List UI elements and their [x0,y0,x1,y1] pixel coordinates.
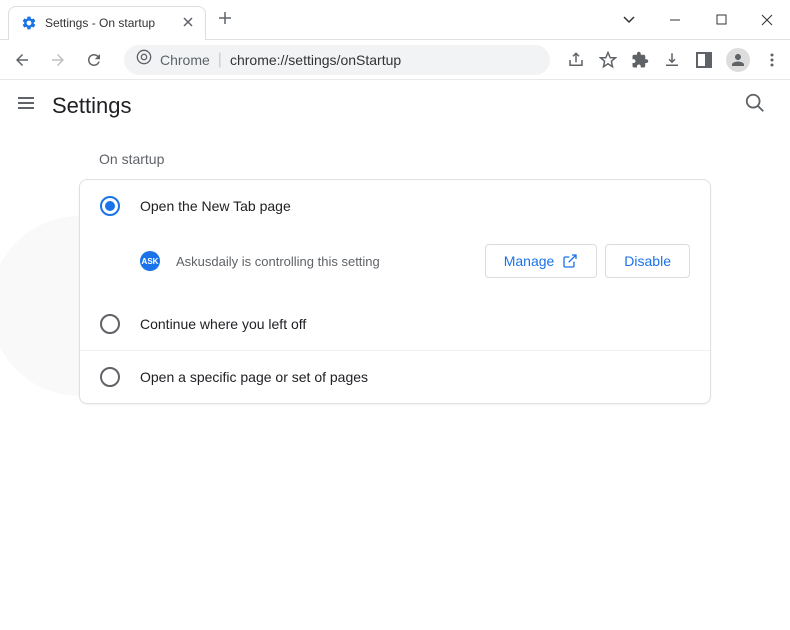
hamburger-icon[interactable] [16,93,36,118]
controlled-text: Askusdaily is controlling this setting [176,254,485,269]
omnibox-url: chrome://settings/onStartup [230,52,401,68]
manage-button[interactable]: Manage [485,244,598,278]
section-title: On startup [99,151,711,167]
disable-label: Disable [624,253,671,269]
extension-controlled-notice: ASK Askusdaily is controlling this setti… [80,232,710,298]
download-icon[interactable] [662,50,682,70]
share-icon[interactable] [566,50,586,70]
back-button[interactable] [8,46,36,74]
chrome-icon [136,49,152,70]
option-label: Open the New Tab page [140,198,291,214]
toolbar: Chrome | chrome://settings/onStartup [0,40,790,80]
option-continue[interactable]: Continue where you left off [80,298,710,350]
panel-icon[interactable] [694,50,714,70]
option-label: Open a specific page or set of pages [140,369,368,385]
option-specific[interactable]: Open a specific page or set of pages [80,350,710,403]
close-icon[interactable] [183,14,193,32]
startup-section: On startup Open the New Tab page ASK Ask… [55,151,735,404]
chevron-down-icon[interactable] [606,0,652,40]
disable-button[interactable]: Disable [605,244,690,278]
gear-icon [21,15,37,31]
star-icon[interactable] [598,50,618,70]
omnibox-prefix: Chrome [160,52,210,68]
profile-avatar[interactable] [726,48,750,72]
titlebar: Settings - On startup [0,0,790,40]
extension-icon: ASK [140,251,160,271]
options-card: Open the New Tab page ASK Askusdaily is … [79,179,711,404]
maximize-button[interactable] [698,0,744,40]
radio-button[interactable] [100,196,120,216]
option-new-tab[interactable]: Open the New Tab page [80,180,710,232]
tab-title: Settings - On startup [45,16,155,30]
extensions-icon[interactable] [630,50,650,70]
menu-icon[interactable] [762,50,782,70]
omnibox-divider: | [218,51,222,69]
content-area: Settings On startup Open the New Tab pag… [0,80,790,630]
window-controls [606,0,790,40]
external-link-icon [562,253,578,269]
reload-button[interactable] [80,46,108,74]
manage-label: Manage [504,253,555,269]
settings-header: Settings [0,80,790,131]
minimize-button[interactable] [652,0,698,40]
forward-button[interactable] [44,46,72,74]
search-icon[interactable] [744,92,766,119]
address-bar[interactable]: Chrome | chrome://settings/onStartup [124,45,550,75]
browser-tab[interactable]: Settings - On startup [8,6,206,40]
page-title: Settings [52,93,744,119]
option-label: Continue where you left off [140,316,306,332]
close-button[interactable] [744,0,790,40]
radio-button[interactable] [100,314,120,334]
radio-button[interactable] [100,367,120,387]
new-tab-button[interactable] [218,9,232,30]
